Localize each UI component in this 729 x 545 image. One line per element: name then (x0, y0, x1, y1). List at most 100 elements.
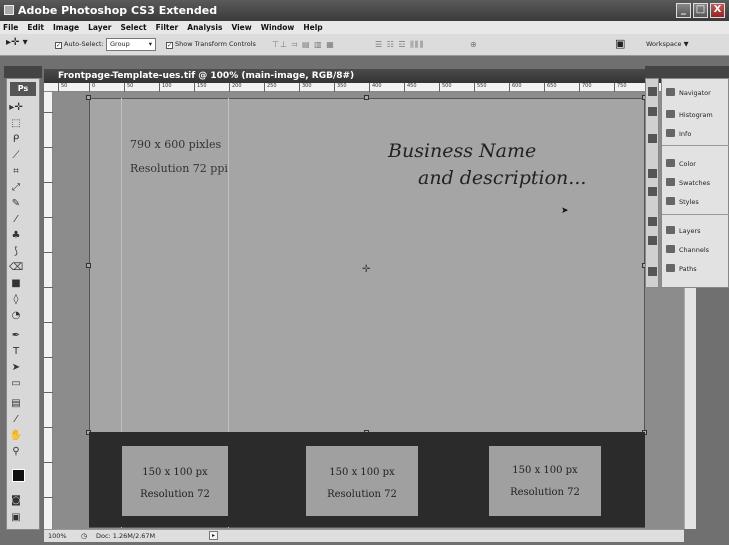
palette-well-icon[interactable]: ▣ (615, 37, 625, 50)
shape-tool-icon[interactable]: ▭ (9, 377, 23, 390)
actions-panel-icon[interactable] (648, 107, 657, 116)
zoom-tool-icon[interactable]: ⚲ (9, 445, 23, 458)
ruler-label: 650 (544, 83, 557, 92)
app-icon (4, 5, 14, 15)
panel-info[interactable]: Info (666, 129, 691, 138)
menu-file[interactable]: File (3, 21, 18, 34)
history-brush-icon[interactable]: ⟆ (9, 245, 23, 258)
status-icon: ◷ (81, 532, 88, 540)
show-transform-checkbox[interactable]: ✓ Show Transform Controls (166, 40, 256, 49)
ruler-label: 200 (229, 83, 242, 92)
status-menu-arrow-icon[interactable]: ▸ (209, 531, 218, 540)
layer-comps-panel-icon[interactable] (648, 267, 657, 276)
horizontal-ruler[interactable]: 50 0 50 100 150 200 250 300 350 400 450 … (44, 83, 684, 92)
menu-view[interactable]: View (231, 21, 251, 34)
menu-layer[interactable]: Layer (88, 21, 111, 34)
thumbnail-placeholder[interactable]: 150 x 100 px Resolution 72 (122, 446, 228, 516)
zoom-level[interactable]: 100% (48, 530, 67, 542)
panel-styles[interactable]: Styles (666, 197, 699, 206)
move-tool-icon[interactable]: ▸✛ (9, 101, 23, 114)
brushes-panel-icon[interactable] (648, 169, 657, 178)
close-button[interactable]: X (710, 3, 725, 18)
color-icon (666, 159, 675, 167)
histogram-icon (666, 110, 675, 118)
panel-layers[interactable]: Layers (666, 226, 701, 235)
align-icons[interactable]: ⊤⊥ ⫤ ▤ ▥ ▦ (272, 40, 335, 50)
status-bar: 100% ◷ Doc: 1.26M/2.67M ▸ (44, 529, 684, 542)
transform-handle[interactable] (364, 95, 369, 100)
thumbnail-size-text: 150 x 100 px (142, 467, 208, 478)
brush-tool-icon[interactable]: ⁄ (9, 213, 23, 226)
panel-navigator[interactable]: Navigator (666, 88, 711, 97)
ruler-label: 500 (439, 83, 452, 92)
transform-handle[interactable] (86, 95, 91, 100)
menu-filter[interactable]: Filter (156, 21, 179, 34)
notes-tool-icon[interactable]: ▤ (9, 397, 23, 410)
maximize-button[interactable]: □ (693, 3, 708, 18)
dodge-tool-icon[interactable]: ◔ (9, 309, 23, 322)
tool-presets-panel-icon[interactable] (648, 134, 657, 143)
panel-channels[interactable]: Channels (666, 245, 709, 254)
crop-tool-icon[interactable]: ⌗ (9, 165, 23, 178)
tools-panel: Ps ▸✛ ⬚ ᑭ ⟋ ⌗ ⤢ ✎ ⁄ ♣ ⟆ ⌫ ■ ◊ ◔ ✒ T ➤ ▭ … (6, 78, 40, 530)
photoshop-logo: Ps (10, 82, 36, 96)
type-tool-icon[interactable]: T (9, 345, 23, 358)
move-tool-icon[interactable]: ▸✛ ▾ (6, 37, 28, 48)
navigator-panel-icon[interactable] (648, 87, 657, 96)
lasso-tool-icon[interactable]: ᑭ (9, 133, 23, 146)
ruler-label: 550 (474, 83, 487, 92)
gradient-tool-icon[interactable]: ■ (9, 277, 23, 290)
distribute-icons[interactable]: ☰ ☷ ☲ ⫼⫼⫼ (375, 40, 424, 50)
auto-align-icon[interactable]: ⊕ (470, 40, 478, 49)
ruler-label: 50 (124, 83, 133, 92)
character-panel-icon[interactable] (648, 217, 657, 226)
menu-select[interactable]: Select (120, 21, 146, 34)
panel-color[interactable]: Color (666, 159, 696, 168)
ruler-label: 250 (264, 83, 277, 92)
ruler-tick (44, 112, 53, 113)
auto-select-dropdown[interactable]: Group ▾ (106, 38, 156, 51)
clone-stamp-icon[interactable]: ♣ (9, 229, 23, 242)
healing-brush-icon[interactable]: ✎ (9, 197, 23, 210)
menu-edit[interactable]: Edit (27, 21, 44, 34)
panel-paths[interactable]: Paths (666, 264, 697, 273)
magic-wand-icon[interactable]: ⟋ (9, 149, 23, 162)
document-title: Frontpage-Template-ues.tif @ 100% (main-… (58, 71, 355, 81)
thumbnail-placeholder[interactable]: 150 x 100 px Resolution 72 (306, 446, 418, 516)
screen-mode-icon[interactable]: ▣ (9, 511, 23, 524)
menu-analysis[interactable]: Analysis (187, 21, 222, 34)
auto-select-checkbox[interactable]: ✓ Auto-Select: (55, 40, 104, 49)
menu-help[interactable]: Help (303, 21, 322, 34)
clone-source-panel-icon[interactable] (648, 187, 657, 196)
window-title: Adobe Photoshop CS3 Extended (18, 4, 218, 17)
paragraph-panel-icon[interactable] (648, 236, 657, 245)
blur-tool-icon[interactable]: ◊ (9, 293, 23, 306)
ruler-tick (44, 182, 53, 183)
workspace-button[interactable]: Workspace ▼ (646, 40, 689, 48)
thumbnail-placeholder[interactable]: 150 x 100 px Resolution 72 (489, 446, 601, 516)
thumbnail-resolution-text: Resolution 72 (510, 487, 580, 498)
hand-tool-icon[interactable]: ✋ (9, 429, 23, 442)
menu-window[interactable]: Window (261, 21, 295, 34)
eraser-tool-icon[interactable]: ⌫ (9, 261, 23, 274)
path-selection-icon[interactable]: ➤ (9, 361, 23, 374)
pen-tool-icon[interactable]: ✒ (9, 329, 23, 342)
panel-icon-column (645, 78, 659, 288)
panel-histogram[interactable]: Histogram (666, 110, 713, 119)
foreground-color-swatch[interactable] (12, 469, 25, 482)
transform-handle[interactable] (86, 263, 91, 268)
eyedropper-tool-icon[interactable]: ⁄ (9, 413, 23, 426)
quick-mask-icon[interactable]: ◙ (9, 494, 23, 507)
dimension-text: 790 x 600 pixles (130, 138, 222, 151)
thumbnail-resolution-text: Resolution 72 (140, 489, 210, 500)
menu-image[interactable]: Image (53, 21, 79, 34)
panel-divider (662, 145, 729, 146)
ruler-tick (44, 147, 53, 148)
document-tab[interactable]: Frontpage-Template-ues.tif @ 100% (main-… (44, 69, 684, 83)
vertical-ruler[interactable] (44, 92, 53, 529)
panel-swatches[interactable]: Swatches (666, 178, 710, 187)
marquee-tool-icon[interactable]: ⬚ (9, 117, 23, 130)
minimize-button[interactable]: _ (676, 3, 691, 18)
panel-label: Color (679, 160, 696, 168)
eyedropper-icon[interactable]: ⤢ (9, 181, 23, 194)
